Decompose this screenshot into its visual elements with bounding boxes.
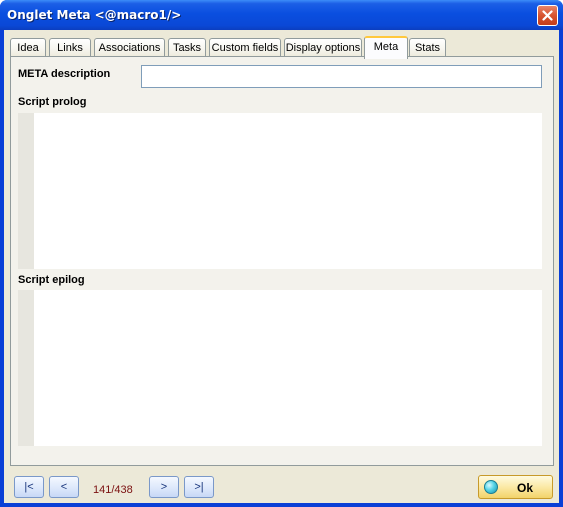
record-counter: 141/438 xyxy=(93,484,133,496)
next-record-button[interactable]: > xyxy=(149,476,179,498)
script-epilog-editor xyxy=(18,290,542,446)
dialog-window: Onglet Meta <@macro1/> Idea Links Associ… xyxy=(0,0,563,507)
tab-display-options[interactable]: Display options xyxy=(284,38,362,58)
previous-record-button[interactable]: < xyxy=(49,476,79,498)
tab-stats[interactable]: Stats xyxy=(409,38,446,58)
dialog-client-area: Idea Links Associations Tasks Custom fie… xyxy=(4,30,559,503)
window-title: Onglet Meta <@macro1/> xyxy=(7,8,182,22)
green-dot-icon xyxy=(484,480,498,494)
script-prolog-editor xyxy=(18,113,542,269)
script-prolog-textarea[interactable] xyxy=(34,113,542,269)
tab-custom-fields[interactable]: Custom fields xyxy=(209,38,281,58)
script-epilog-label: Script epilog xyxy=(18,274,85,286)
close-icon xyxy=(542,10,553,21)
meta-tab-panel: META description Script prolog Script ep… xyxy=(10,56,554,466)
first-record-button[interactable]: |< xyxy=(14,476,44,498)
tab-associations[interactable]: Associations xyxy=(94,38,165,58)
last-record-button[interactable]: >| xyxy=(184,476,214,498)
tab-meta[interactable]: Meta xyxy=(364,36,408,59)
script-prolog-gutter xyxy=(18,113,34,269)
script-epilog-gutter xyxy=(18,290,34,446)
tab-idea[interactable]: Idea xyxy=(10,38,46,58)
tab-links[interactable]: Links xyxy=(49,38,91,58)
title-bar[interactable]: Onglet Meta <@macro1/> xyxy=(0,0,563,30)
meta-description-input[interactable] xyxy=(141,65,542,88)
meta-description-label: META description xyxy=(18,68,111,80)
script-prolog-label: Script prolog xyxy=(18,96,87,108)
ok-button[interactable]: Ok xyxy=(478,475,553,499)
ok-button-label: Ok xyxy=(517,481,534,495)
tab-tasks[interactable]: Tasks xyxy=(168,38,206,58)
close-button[interactable] xyxy=(537,5,558,26)
script-epilog-textarea[interactable] xyxy=(34,290,542,446)
